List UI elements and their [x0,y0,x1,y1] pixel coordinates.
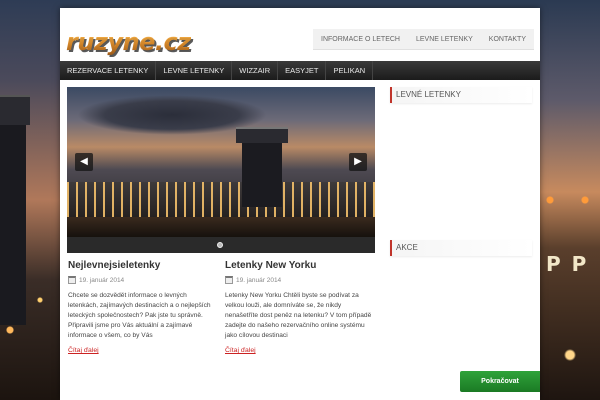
post-title[interactable]: Letenky New Yorku [225,260,375,271]
slider-pager [67,237,375,253]
nav-item-easyjet[interactable]: EASYJET [278,61,327,80]
site-logo[interactable]: ruzyne.cz [66,28,191,56]
post-date-text: 19. január 2014 [236,276,282,284]
top-menu-item-levne-letenky[interactable]: LEVNE LETENKY [408,29,481,49]
nav-item-levne-letenky[interactable]: LEVNE LETENKY [156,61,233,80]
slider-prev-button[interactable]: ◀ [75,153,93,171]
post-title[interactable]: Nejlevnejsieletenky [68,260,218,271]
post-date-text: 19. január 2014 [79,276,125,284]
sidebar-heading-levne-letenky: LEVNÉ LETENKY [390,87,532,103]
post-1-read-more[interactable]: Čítaj ďalej [68,347,99,354]
top-menu: INFORMACE O LETECH LEVNE LETENKY KONTAKT… [313,29,534,50]
nav-item-rezervace[interactable]: REZERVACE LETENKY [60,61,157,80]
slider-dot[interactable] [217,242,223,248]
continue-button[interactable]: Pokračovat [460,371,540,392]
slide-ground [67,217,375,237]
post-date: 19. január 2014 [68,276,218,284]
background-right: P P [540,0,600,400]
image-slider: ◀ ▶ [67,87,375,253]
control-tower-silhouette [0,95,30,325]
nav-item-pelikan[interactable]: PELIKAN [326,61,374,80]
background-left [0,0,60,400]
post-excerpt: Letenky New Yorku Chtěli byste se podíva… [225,292,372,339]
top-menu-item-informace[interactable]: INFORMACE O LETECH [313,29,408,49]
sidebar-heading-akce: AKCE [390,240,532,256]
post-excerpt: Chcete se dozvědět informace o levných l… [68,292,211,339]
post-date: 19. január 2014 [225,276,375,284]
parking-sign: P P [546,252,589,276]
calendar-icon [68,276,76,284]
header: ruzyne.cz ruzyne.cz INFORMACE O LETECH L… [60,8,540,61]
top-menu-item-kontakty[interactable]: KONTAKTY [481,29,534,49]
post-2-read-more[interactable]: Čítaj ďalej [225,347,256,354]
post-2: Letenky New Yorku 19. január 2014 Letenk… [225,260,375,341]
slide-image-airport[interactable] [67,87,375,237]
slider-next-button[interactable]: ▶ [349,153,367,171]
post-1: Nejlevnejsieletenky 19. január 2014 Chce… [68,260,218,341]
calendar-icon [225,276,233,284]
main-nav: REZERVACE LETENKY LEVNE LETENKY WIZZAIR … [60,61,540,80]
slide-control-tower [236,127,288,207]
nav-item-wizzair[interactable]: WIZZAIR [232,61,279,80]
